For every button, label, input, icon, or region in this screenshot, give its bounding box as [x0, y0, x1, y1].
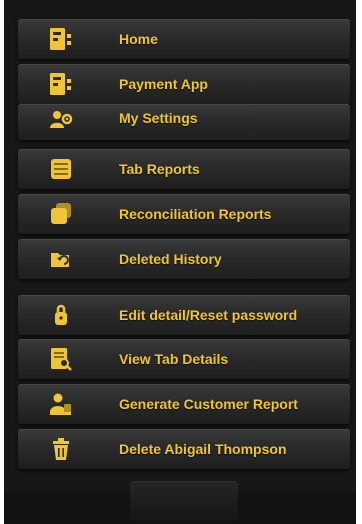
user-gear-icon — [48, 108, 74, 132]
menu-item-label: Home — [119, 31, 158, 47]
stacked-pages-icon — [48, 202, 74, 226]
user-lock-icon — [48, 303, 74, 327]
trash-icon — [48, 437, 74, 461]
bottom-home-tab[interactable] — [130, 481, 238, 521]
menu-item-delete-customer[interactable]: Delete Abigail Thompson — [18, 429, 350, 469]
menu-item-label: Reconciliation Reports — [119, 206, 272, 222]
list-report-icon — [48, 157, 74, 181]
menu-item-my-settings[interactable]: My Settings — [18, 104, 350, 140]
menu-item-label: View Tab Details — [119, 351, 229, 367]
menu-item-deleted-history[interactable]: Deleted History — [18, 239, 350, 279]
menu-item-reconciliation-reports[interactable]: Reconciliation Reports — [18, 194, 350, 234]
menu-item-label: Payment App — [119, 76, 208, 92]
id-card-icon — [48, 72, 74, 96]
menu-item-label: My Settings — [119, 110, 198, 126]
menu-item-view-tab-details[interactable]: View Tab Details — [18, 339, 350, 379]
menu-item-label: Deleted History — [119, 251, 222, 267]
app-screen: Home Payment App My Settings Tab Reports… — [4, 0, 356, 524]
user-stamp-icon — [48, 392, 74, 416]
menu-item-home[interactable]: Home — [18, 19, 350, 59]
menu-item-label: Generate Customer Report — [119, 396, 298, 412]
menu-item-payment-app[interactable]: Payment App — [18, 64, 350, 104]
menu-item-label: Tab Reports — [119, 161, 200, 177]
undo-folder-icon — [48, 247, 74, 271]
document-search-icon — [48, 347, 74, 371]
menu-item-tab-reports[interactable]: Tab Reports — [18, 149, 350, 189]
menu-item-label: Edit detail/Reset password — [119, 307, 298, 323]
menu-item-edit-detail-reset-password[interactable]: Edit detail/Reset password — [18, 295, 350, 335]
menu-item-label: Delete Abigail Thompson — [119, 441, 287, 457]
menu-item-generate-customer-report[interactable]: Generate Customer Report — [18, 384, 350, 424]
id-card-icon — [48, 27, 74, 51]
